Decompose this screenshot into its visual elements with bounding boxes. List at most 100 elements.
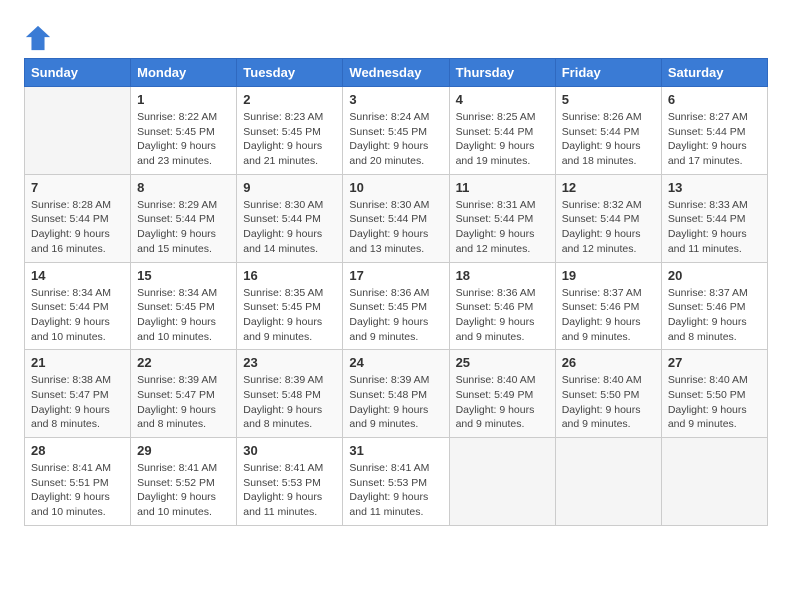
day-number: 16 (243, 268, 336, 283)
day-number: 10 (349, 180, 442, 195)
day-number: 14 (31, 268, 124, 283)
day-number: 11 (456, 180, 549, 195)
page-header (24, 20, 768, 52)
day-info: Sunrise: 8:38 AM Sunset: 5:47 PM Dayligh… (31, 373, 124, 432)
day-cell: 3Sunrise: 8:24 AM Sunset: 5:45 PM Daylig… (343, 87, 449, 175)
day-cell (661, 438, 767, 526)
week-row-4: 21 Sunrise: 8:38 AM Sunset: 5:47 PM Dayli… (25, 350, 768, 438)
header-wednesday: Wednesday (343, 59, 449, 87)
day-cell: 23 Sunrise: 8:39 AM Sunset: 5:48 PM Dayli… (237, 350, 343, 438)
day-info: Sunrise: 8:37 AM Sunset: 5:46 PM Dayligh… (562, 286, 655, 345)
day-cell: 24 Sunrise: 8:39 AM Sunset: 5:48 PM Dayli… (343, 350, 449, 438)
day-info: Sunrise: 8:29 AM Sunset: 5:44 PM Dayligh… (137, 198, 230, 257)
header-row: SundayMondayTuesdayWednesdayThursdayFrid… (25, 59, 768, 87)
day-number: 29 (137, 443, 230, 458)
day-number: 28 (31, 443, 124, 458)
day-number: 12 (562, 180, 655, 195)
day-info: Sunrise: 8:32 AM Sunset: 5:44 PM Dayligh… (562, 198, 655, 257)
day-cell: 10 Sunrise: 8:30 AM Sunset: 5:44 PM Dayli… (343, 174, 449, 262)
week-row-2: 7Sunrise: 8:28 AM Sunset: 5:44 PM Daylig… (25, 174, 768, 262)
day-info: Sunrise: 8:30 AM Sunset: 5:44 PM Dayligh… (349, 198, 442, 257)
day-cell: 7Sunrise: 8:28 AM Sunset: 5:44 PM Daylig… (25, 174, 131, 262)
day-number: 18 (456, 268, 549, 283)
day-info: Sunrise: 8:28 AM Sunset: 5:44 PM Dayligh… (31, 198, 124, 257)
day-info: Sunrise: 8:39 AM Sunset: 5:48 PM Dayligh… (349, 373, 442, 432)
logo-icon (24, 24, 52, 52)
calendar-header: SundayMondayTuesdayWednesdayThursdayFrid… (25, 59, 768, 87)
header-saturday: Saturday (661, 59, 767, 87)
day-cell: 28 Sunrise: 8:41 AM Sunset: 5:51 PM Dayli… (25, 438, 131, 526)
day-info: Sunrise: 8:41 AM Sunset: 5:53 PM Dayligh… (349, 461, 442, 520)
day-number: 5 (562, 92, 655, 107)
logo (24, 24, 56, 52)
day-cell: 5 Sunrise: 8:26 AM Sunset: 5:44 PM Daylig… (555, 87, 661, 175)
day-info: Sunrise: 8:37 AM Sunset: 5:46 PM Dayligh… (668, 286, 761, 345)
day-cell: 16 Sunrise: 8:35 AM Sunset: 5:45 PM Dayli… (237, 262, 343, 350)
day-cell: 19 Sunrise: 8:37 AM Sunset: 5:46 PM Dayli… (555, 262, 661, 350)
day-info: Sunrise: 8:34 AM Sunset: 5:44 PM Dayligh… (31, 286, 124, 345)
week-row-5: 28 Sunrise: 8:41 AM Sunset: 5:51 PM Dayli… (25, 438, 768, 526)
day-cell: 4 Sunrise: 8:25 AM Sunset: 5:44 PM Daylig… (449, 87, 555, 175)
day-info: Sunrise: 8:39 AM Sunset: 5:47 PM Dayligh… (137, 373, 230, 432)
day-info: Sunrise: 8:41 AM Sunset: 5:53 PM Dayligh… (243, 461, 336, 520)
day-info: Sunrise: 8:33 AM Sunset: 5:44 PM Dayligh… (668, 198, 761, 257)
day-info: Sunrise: 8:31 AM Sunset: 5:44 PM Dayligh… (456, 198, 549, 257)
day-number: 20 (668, 268, 761, 283)
day-number: 26 (562, 355, 655, 370)
day-cell: 30 Sunrise: 8:41 AM Sunset: 5:53 PM Dayli… (237, 438, 343, 526)
day-cell: 20 Sunrise: 8:37 AM Sunset: 5:46 PM Dayli… (661, 262, 767, 350)
day-info: Sunrise: 8:25 AM Sunset: 5:44 PM Dayligh… (456, 110, 549, 169)
calendar-table: SundayMondayTuesdayWednesdayThursdayFrid… (24, 58, 768, 526)
header-tuesday: Tuesday (237, 59, 343, 87)
day-info: Sunrise: 8:40 AM Sunset: 5:50 PM Dayligh… (668, 373, 761, 432)
day-number: 17 (349, 268, 442, 283)
day-cell (555, 438, 661, 526)
day-cell: 25 Sunrise: 8:40 AM Sunset: 5:49 PM Dayli… (449, 350, 555, 438)
day-number: 19 (562, 268, 655, 283)
day-cell: 27Sunrise: 8:40 AM Sunset: 5:50 PM Dayli… (661, 350, 767, 438)
day-number: 15 (137, 268, 230, 283)
day-number: 23 (243, 355, 336, 370)
day-info: Sunrise: 8:39 AM Sunset: 5:48 PM Dayligh… (243, 373, 336, 432)
day-number: 21 (31, 355, 124, 370)
day-number: 8 (137, 180, 230, 195)
day-info: Sunrise: 8:36 AM Sunset: 5:46 PM Dayligh… (456, 286, 549, 345)
day-number: 25 (456, 355, 549, 370)
day-info: Sunrise: 8:36 AM Sunset: 5:45 PM Dayligh… (349, 286, 442, 345)
day-info: Sunrise: 8:41 AM Sunset: 5:52 PM Dayligh… (137, 461, 230, 520)
day-info: Sunrise: 8:27 AM Sunset: 5:44 PM Dayligh… (668, 110, 761, 169)
day-cell: 31Sunrise: 8:41 AM Sunset: 5:53 PM Dayli… (343, 438, 449, 526)
day-cell: 9 Sunrise: 8:30 AM Sunset: 5:44 PM Daylig… (237, 174, 343, 262)
day-cell: 21 Sunrise: 8:38 AM Sunset: 5:47 PM Dayli… (25, 350, 131, 438)
day-info: Sunrise: 8:30 AM Sunset: 5:44 PM Dayligh… (243, 198, 336, 257)
day-number: 13 (668, 180, 761, 195)
day-info: Sunrise: 8:34 AM Sunset: 5:45 PM Dayligh… (137, 286, 230, 345)
day-info: Sunrise: 8:22 AM Sunset: 5:45 PM Dayligh… (137, 110, 230, 169)
day-info: Sunrise: 8:41 AM Sunset: 5:51 PM Dayligh… (31, 461, 124, 520)
day-number: 1 (137, 92, 230, 107)
day-info: Sunrise: 8:40 AM Sunset: 5:49 PM Dayligh… (456, 373, 549, 432)
header-friday: Friday (555, 59, 661, 87)
day-cell (25, 87, 131, 175)
day-cell: 22 Sunrise: 8:39 AM Sunset: 5:47 PM Dayli… (131, 350, 237, 438)
day-number: 22 (137, 355, 230, 370)
calendar-body: 1 Sunrise: 8:22 AM Sunset: 5:45 PM Daylig… (25, 87, 768, 526)
day-cell: 18 Sunrise: 8:36 AM Sunset: 5:46 PM Dayli… (449, 262, 555, 350)
day-cell: 12 Sunrise: 8:32 AM Sunset: 5:44 PM Dayli… (555, 174, 661, 262)
day-number: 24 (349, 355, 442, 370)
day-cell: 8 Sunrise: 8:29 AM Sunset: 5:44 PM Daylig… (131, 174, 237, 262)
day-cell: 13 Sunrise: 8:33 AM Sunset: 5:44 PM Dayli… (661, 174, 767, 262)
day-cell: 29 Sunrise: 8:41 AM Sunset: 5:52 PM Dayli… (131, 438, 237, 526)
day-cell: 6Sunrise: 8:27 AM Sunset: 5:44 PM Daylig… (661, 87, 767, 175)
header-thursday: Thursday (449, 59, 555, 87)
day-number: 4 (456, 92, 549, 107)
header-monday: Monday (131, 59, 237, 87)
day-info: Sunrise: 8:35 AM Sunset: 5:45 PM Dayligh… (243, 286, 336, 345)
day-cell (449, 438, 555, 526)
day-number: 9 (243, 180, 336, 195)
day-info: Sunrise: 8:26 AM Sunset: 5:44 PM Dayligh… (562, 110, 655, 169)
day-number: 3 (349, 92, 442, 107)
week-row-1: 1 Sunrise: 8:22 AM Sunset: 5:45 PM Daylig… (25, 87, 768, 175)
day-number: 30 (243, 443, 336, 458)
header-sunday: Sunday (25, 59, 131, 87)
